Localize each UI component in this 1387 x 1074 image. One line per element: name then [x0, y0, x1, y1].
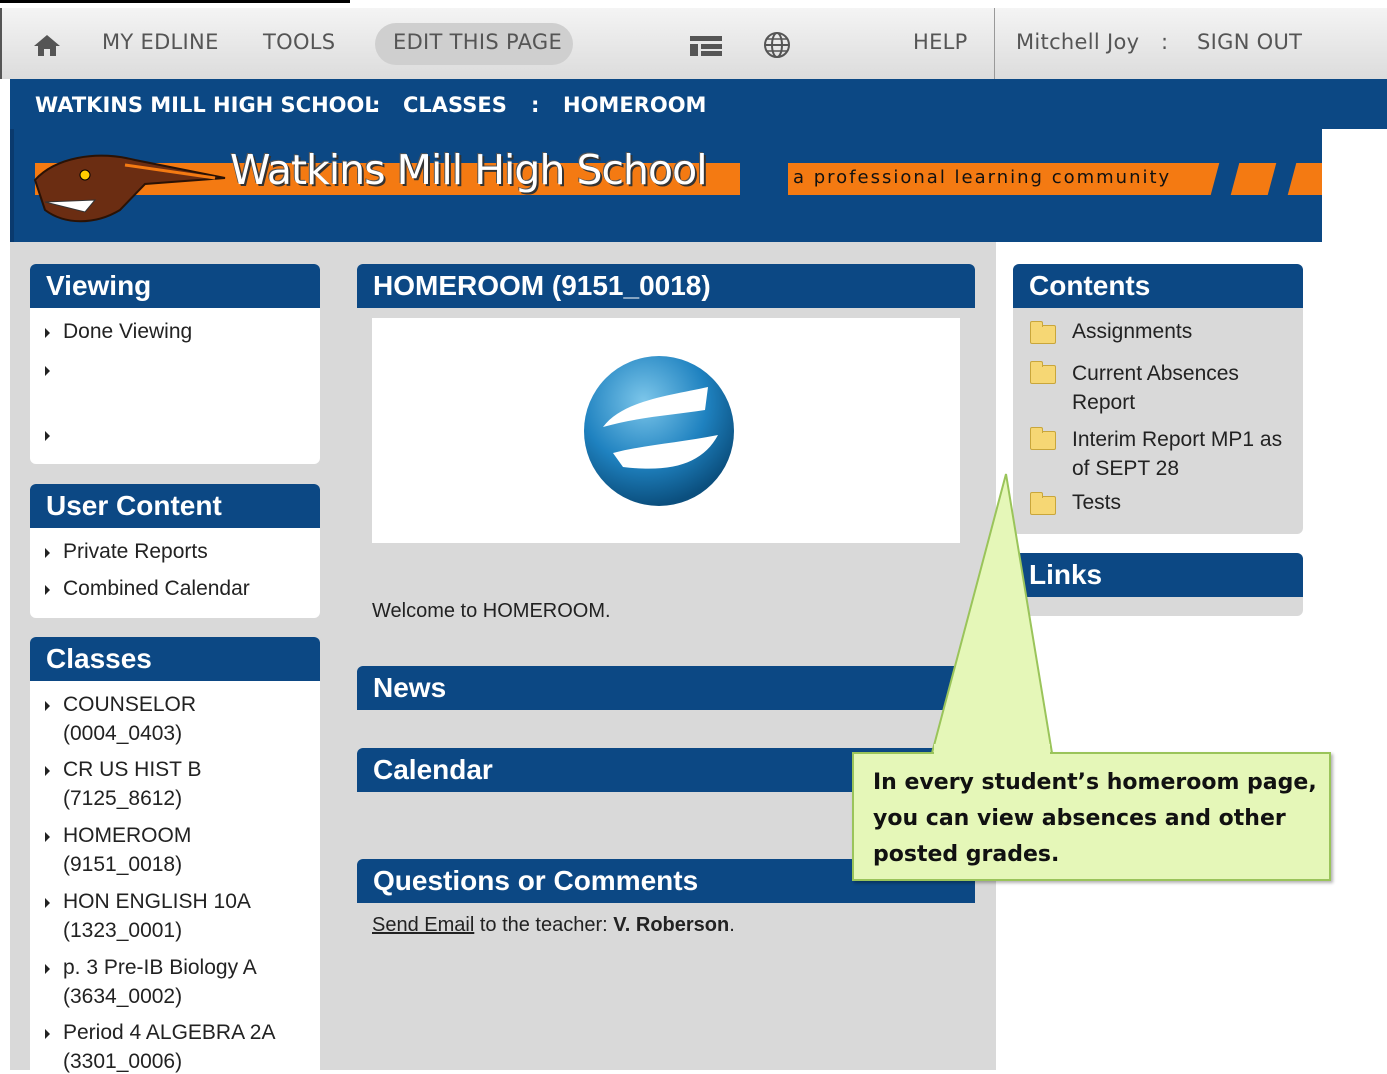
bullet-icon [45, 964, 50, 974]
globe-icon[interactable] [763, 31, 791, 59]
user-content-item[interactable]: Private Reports [63, 540, 208, 564]
folder-icon [1030, 321, 1056, 344]
breadcrumb-school[interactable]: WATKINS MILL HIGH SCHOOL [35, 93, 378, 117]
viewing-header: Viewing [30, 264, 320, 308]
page-title: HOMEROOM (9151_0018) [357, 264, 975, 308]
class-link[interactable]: COUNSELOR [63, 693, 196, 717]
contents-item-absences[interactable]: Current Absences Report [1072, 359, 1292, 417]
nav-divider [994, 8, 995, 79]
bullet-icon [45, 328, 50, 338]
class-code[interactable]: (9151_0018) [63, 853, 182, 877]
class-code[interactable]: (1323_0001) [63, 919, 182, 943]
user-content-item[interactable]: Combined Calendar [63, 577, 250, 601]
contents-item-tests[interactable]: Tests [1072, 491, 1121, 515]
bullet-icon [45, 585, 50, 595]
my-edline-link[interactable]: MY EDLINE [102, 30, 219, 54]
banner-tagline: a professional learning community [793, 167, 1172, 188]
breadcrumb-homeroom[interactable]: HOMEROOM [563, 93, 706, 117]
class-code[interactable]: (3634_0002) [63, 985, 182, 1009]
contents-header: Contents [1013, 264, 1303, 308]
contents-item-assignments[interactable]: Assignments [1072, 320, 1192, 344]
callout-pointer [930, 473, 1054, 754]
news-header: News [357, 666, 975, 710]
classes-header: Classes [30, 637, 320, 681]
class-link[interactable]: HOMEROOM [63, 824, 191, 848]
sign-out-link[interactable]: SIGN OUT [1197, 30, 1302, 54]
class-link[interactable]: HON ENGLISH 10A [63, 890, 251, 914]
class-code[interactable]: (7125_8612) [63, 787, 182, 811]
callout-text: In every student’s homeroom page, you ca… [873, 770, 1317, 867]
banner-stripe-gap [740, 163, 788, 195]
tools-link[interactable]: TOOLS [263, 30, 335, 54]
edit-this-page-link[interactable]: EDIT THIS PAGE [393, 30, 562, 54]
class-link[interactable]: Period 4 ALGEBRA 2A [63, 1021, 275, 1045]
bullet-icon [45, 766, 50, 776]
bullet-icon [45, 898, 50, 908]
teacher-name: V. Roberson [613, 914, 730, 936]
class-link[interactable]: p. 3 Pre-IB Biology A [63, 956, 257, 980]
send-email-line: Send Email to the teacher: V. Roberson. [372, 914, 735, 937]
user-content-header: User Content [30, 484, 320, 528]
welcome-text: Welcome to HOMEROOM. [372, 600, 611, 622]
folder-icon [1030, 361, 1056, 384]
layout-icon[interactable] [690, 36, 722, 56]
bullet-icon [45, 548, 50, 558]
breadcrumb-sep: : [372, 93, 381, 117]
banner-title: Watkins Mill High School [230, 146, 708, 194]
user-name: Mitchell Joy [1016, 30, 1140, 54]
class-code[interactable]: (0004_0403) [63, 722, 182, 746]
bullet-icon [45, 1029, 50, 1039]
period-text: . [729, 914, 735, 936]
contents-item-interim[interactable]: Interim Report MP1 as of SEPT 28 [1072, 425, 1287, 483]
viewing-item[interactable]: Done Viewing [63, 320, 192, 344]
bullet-icon [45, 431, 50, 441]
callout-pointer-join [934, 744, 1050, 756]
links-header: Links [1013, 553, 1303, 597]
edline-logo-image [584, 356, 734, 506]
folder-icon [1030, 427, 1056, 450]
to-teacher-text: to the teacher: [474, 914, 614, 936]
breadcrumb-classes[interactable]: CLASSES [403, 93, 507, 117]
class-code[interactable]: (3301_0006) [63, 1050, 182, 1074]
help-link[interactable]: HELP [913, 30, 968, 54]
breadcrumb-sep: : [531, 93, 540, 117]
bullet-icon [45, 366, 50, 376]
home-icon[interactable] [33, 33, 61, 57]
class-link[interactable]: CR US HIST B [63, 758, 201, 782]
wolf-mascot-logo [33, 154, 226, 223]
user-separator: : [1161, 30, 1169, 54]
bullet-icon [45, 701, 50, 711]
top-border-line [0, 0, 350, 3]
send-email-link[interactable]: Send Email [372, 914, 474, 936]
bullet-icon [45, 832, 50, 842]
